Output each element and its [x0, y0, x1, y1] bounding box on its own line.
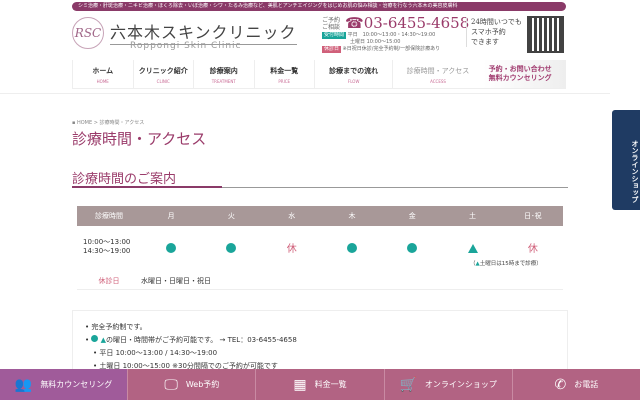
info-item: 完全予約制です。 — [85, 321, 555, 334]
phone-text: 03-6455-4658 — [363, 14, 470, 32]
day-cell: 休 — [286, 243, 297, 255]
cart-icon: 🛒 — [399, 376, 417, 393]
closed-days-row: 休診日 水曜日・日曜日・祝日 — [77, 272, 563, 290]
note-text: 土曜日は15時まで診療） — [479, 261, 542, 267]
nav-sublabel: PRICE — [278, 79, 291, 84]
hours-weekday: 平日 10:00〜13:00・14:30〜19:00 — [347, 32, 436, 38]
open-icon — [226, 242, 237, 253]
phone-icon: ✆ — [554, 376, 567, 393]
web-booking-button[interactable]: 🖵 Web予約 — [127, 369, 255, 400]
schedule-row: 10:00〜13:00 14:30〜19:00 休 休 — [77, 233, 563, 261]
nav-label: ホーム — [92, 67, 114, 75]
breadcrumb[interactable]: ▪ HOME > 診療時間・アクセス — [72, 119, 144, 126]
header-cell: 月 — [167, 212, 175, 220]
page-title: 診療時間・アクセス — [72, 130, 207, 148]
day-cell — [442, 238, 502, 257]
header-cell: 水 — [288, 212, 296, 220]
nav-treatment[interactable]: 診療案内 TREATMENT — [193, 60, 254, 88]
day-cell — [201, 238, 261, 257]
header-cell: 木 — [348, 212, 356, 220]
closed-tag: 休診日 — [322, 46, 342, 53]
header-cell: 土 — [469, 212, 477, 220]
online-shop-button[interactable]: 🛒 オンラインショップ — [383, 369, 512, 400]
nav-flow[interactable]: 診療までの流れ FLOW — [314, 60, 392, 88]
header-cell: 火 — [227, 212, 235, 220]
nav-price[interactable]: 料金一覧 PRICE — [253, 60, 315, 88]
price-list-button[interactable]: ▦ 料金一覧 — [255, 369, 383, 400]
qr-code-icon — [527, 16, 564, 53]
closed-label: 休診日 — [98, 276, 120, 285]
calculator-icon: ▦ — [293, 376, 307, 393]
nav-label: クリニック紹介 — [138, 67, 188, 75]
button-label: 料金一覧 — [314, 380, 347, 389]
hours-range: 14:30〜19:00 — [83, 247, 131, 255]
header-cell: 診療時間 — [95, 212, 123, 220]
side-shop-label: オンラインショップ — [631, 140, 639, 203]
section-title: 診療時間のご案内 — [72, 172, 177, 187]
button-label: Web予約 — [185, 380, 220, 389]
day-cell: 休 — [527, 243, 538, 255]
nav-sublabel: CLINIC — [156, 79, 170, 84]
saturday-note: （▲土曜日は15時まで診療） — [470, 259, 542, 267]
divider-accent — [72, 186, 222, 188]
main-nav: ホーム HOME クリニック紹介 CLINIC 診療案内 TREATMENT 料金一覧… — [72, 60, 566, 89]
open-icon — [407, 242, 418, 253]
smartphone-booking[interactable]: 24時間いつでも スマホ予約できます — [466, 17, 522, 47]
phone-icon: ☎ — [345, 14, 364, 32]
day-cell — [141, 238, 201, 257]
h24-line: スマホ予約 — [471, 28, 506, 36]
h24-line: できます — [471, 38, 499, 46]
tagline-bar: シミ治療・肝斑治療・ニキビ治療・ほくろ除去・いぼ治療・シワ・たるみ治療など、美肌… — [72, 2, 566, 11]
header-cell: 日･祝 — [524, 212, 542, 220]
nav-sublabel: FLOW — [347, 79, 360, 84]
nav-label: 診療案内 — [209, 67, 238, 75]
nav-label: 料金一覧 — [270, 67, 299, 75]
header-cell: 金 — [408, 212, 416, 220]
closed-days: 水曜日・日曜日・祝日 — [141, 276, 211, 285]
schedule-header: 診療時間 月 火 水 木 金 土 日･祝 — [77, 206, 563, 226]
info-text: の曜日・時間帯がご予約可能です。 → TEL：03-6455-4658 — [105, 336, 297, 344]
bottom-action-bar: 👥 無料カウンセリング 🖵 Web予約 ▦ 料金一覧 🛒 オンラインショップ ✆ お電話 — [0, 369, 640, 400]
hours-range: 10:00〜13:00 — [83, 238, 131, 246]
button-label: オンラインショップ — [424, 380, 497, 389]
cta-line: 予約・お問い合わせ — [488, 65, 552, 73]
nav-clinic[interactable]: クリニック紹介 CLINIC — [132, 60, 194, 88]
closed-info: 休診日 ※日祝日休診/完全予約制/一部保険診療あり — [322, 45, 440, 53]
online-shop-side-button[interactable]: オンラインショップ — [612, 110, 640, 210]
button-label: 無料カウンセリング — [40, 380, 113, 389]
people-icon: 👥 — [14, 376, 33, 393]
nav-sublabel: ACCESS — [430, 79, 446, 84]
phone-number[interactable]: ☎03-6455-4658 — [345, 14, 469, 32]
day-cell — [322, 238, 382, 257]
open-icon — [166, 242, 177, 253]
phone-button[interactable]: ✆ お電話 — [511, 369, 640, 400]
cta-line: 無料カウンセリング — [488, 74, 552, 82]
counseling-button[interactable]: 👥 無料カウンセリング — [0, 369, 128, 400]
nav-access[interactable]: 診療時間・アクセス ACCESS — [392, 60, 482, 88]
phone-label: ご予約ご相談 — [322, 17, 341, 31]
info-item: ▲の曜日・時間帯がご予約可能です。 → TEL：03-6455-4658 — [85, 334, 555, 347]
nav-counseling-cta[interactable]: 予約・お問い合わせ 無料カウンセリング — [482, 60, 566, 88]
h24-line: 24時間いつでも — [471, 18, 522, 26]
logo-subtext: Roppongi Skin Clinic — [130, 41, 242, 51]
partial-icon — [467, 243, 478, 253]
day-cell — [382, 238, 442, 257]
hours-info: 受付時間 平日 10:00〜13:00・14:30〜19:00 土曜日 10:00… — [322, 32, 435, 45]
open-icon — [346, 242, 357, 253]
info-item: 平日 10:00〜13:00 / 14:30〜19:00 — [85, 347, 555, 360]
nav-sublabel: TREATMENT — [211, 79, 236, 84]
logo-icon[interactable]: RSC — [72, 17, 104, 49]
nav-label: 診療までの流れ — [329, 67, 379, 75]
nav-sublabel: HOME — [96, 79, 109, 84]
hours-tag: 受付時間 — [322, 32, 347, 39]
monitor-icon: 🖵 — [164, 376, 178, 393]
hours-cell: 10:00〜13:00 14:30〜19:00 — [77, 238, 141, 256]
breadcrumb-text: HOME > 診療時間・アクセス — [76, 120, 145, 126]
nav-label: 診療時間・アクセス — [406, 67, 470, 75]
nav-home[interactable]: ホーム HOME — [72, 60, 133, 88]
open-icon — [91, 335, 99, 342]
button-label: お電話 — [574, 380, 599, 389]
closed-info-text: ※日祝日休診/完全予約制/一部保険診療あり — [342, 46, 441, 52]
divider — [0, 93, 610, 94]
